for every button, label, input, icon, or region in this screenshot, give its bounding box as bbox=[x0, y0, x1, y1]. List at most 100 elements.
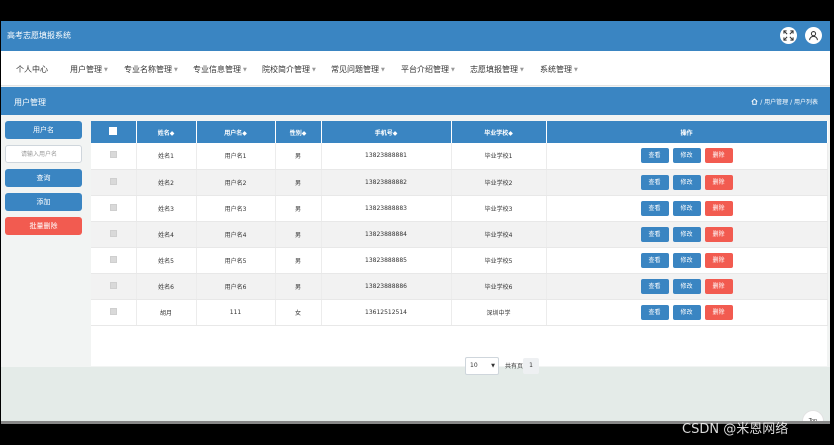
row-select-cell[interactable] bbox=[91, 143, 137, 170]
nav-item-faq[interactable]: 常见问题管理 ▼ bbox=[331, 64, 385, 75]
cell-phone: 13823888882 bbox=[321, 169, 452, 196]
edit-button[interactable]: 修改 bbox=[672, 252, 701, 268]
delete-button[interactable]: 删除 bbox=[704, 226, 733, 242]
user-table: 姓名◆ 用户名◆ 性别◆ 手机号◆ 毕业学校◆ 操作 姓名1 用户名1 男 13823… bbox=[91, 121, 828, 326]
chevron-down-icon: ▼ bbox=[574, 67, 578, 73]
edit-button[interactable]: 修改 bbox=[672, 278, 701, 294]
page-size-select[interactable]: 10 ▼ bbox=[465, 357, 499, 375]
cell-school: 毕业学校3 bbox=[451, 195, 547, 222]
nav-item-applications[interactable]: 志愿填报管理 ▼ bbox=[470, 64, 524, 75]
select-all-checkbox[interactable] bbox=[109, 127, 118, 135]
cell-gender: 男 bbox=[275, 221, 322, 248]
home-icon[interactable] bbox=[751, 98, 758, 105]
cell-actions: 查看 修改 删除 bbox=[546, 143, 828, 170]
row-select-cell[interactable] bbox=[91, 299, 137, 326]
edit-button[interactable]: 修改 bbox=[672, 200, 701, 216]
view-button[interactable]: 查看 bbox=[640, 148, 669, 164]
row-select-cell[interactable] bbox=[91, 273, 137, 300]
row-checkbox[interactable] bbox=[109, 255, 117, 263]
fullscreen-icon[interactable] bbox=[780, 27, 797, 44]
nav-item-major-info[interactable]: 专业信息管理 ▼ bbox=[193, 64, 247, 75]
screen-frame: 高考志愿填报系统 个人中心 用户管理 ▼ 专业名称管理 ▼ 专业信息管理 ▼ 院校简介… bbox=[0, 0, 834, 445]
username-field-label: 用户名 bbox=[5, 121, 82, 139]
cell-phone: 13823888881 bbox=[321, 143, 452, 170]
row-checkbox[interactable] bbox=[109, 229, 117, 237]
cell-username: 用户名3 bbox=[196, 195, 276, 222]
cell-actions: 查看 修改 删除 bbox=[546, 169, 828, 196]
column-header-gender[interactable]: 性别◆ bbox=[275, 121, 322, 143]
user-icon[interactable] bbox=[805, 27, 822, 44]
cell-name: 姓名3 bbox=[136, 195, 197, 222]
cell-actions: 查看 修改 删除 bbox=[546, 221, 828, 248]
edit-button[interactable]: 修改 bbox=[672, 148, 701, 164]
cell-school: 毕业学校1 bbox=[451, 143, 547, 170]
cell-username: 用户名4 bbox=[196, 221, 276, 248]
cell-actions: 查看 修改 删除 bbox=[546, 195, 828, 222]
table-row: 姓名5 用户名5 男 13823888885 毕业学校5 查看 修改 删除 bbox=[91, 247, 828, 274]
chevron-down-icon: ▼ bbox=[381, 67, 385, 73]
delete-button[interactable]: 删除 bbox=[704, 200, 733, 216]
table-header-row: 姓名◆ 用户名◆ 性别◆ 手机号◆ 毕业学校◆ 操作 bbox=[91, 121, 828, 143]
row-select-cell[interactable] bbox=[91, 195, 137, 222]
row-checkbox[interactable] bbox=[109, 203, 117, 211]
delete-button[interactable]: 删除 bbox=[704, 278, 733, 294]
select-all-header[interactable] bbox=[91, 121, 137, 143]
page-number-button[interactable]: 1 bbox=[523, 358, 539, 374]
breadcrumb: / 用户管理 / 用户列表 bbox=[751, 97, 818, 106]
cell-school: 毕业学校5 bbox=[451, 247, 547, 274]
breadcrumb-text: / 用户管理 / 用户列表 bbox=[760, 99, 818, 106]
view-button[interactable]: 查看 bbox=[640, 304, 669, 320]
view-button[interactable]: 查看 bbox=[640, 252, 669, 268]
app-title: 高考志愿填报系统 bbox=[7, 31, 71, 40]
row-select-cell[interactable] bbox=[91, 221, 137, 248]
nav-item-profile[interactable]: 个人中心 bbox=[16, 64, 48, 75]
user-table-panel: 姓名◆ 用户名◆ 性别◆ 手机号◆ 毕业学校◆ 操作 姓名1 用户名1 男 13823… bbox=[91, 121, 828, 366]
edit-button[interactable]: 修改 bbox=[672, 304, 701, 320]
app-window: 高考志愿填报系统 个人中心 用户管理 ▼ 专业名称管理 ▼ 专业信息管理 ▼ 院校简介… bbox=[1, 21, 830, 421]
column-header-username[interactable]: 用户名◆ bbox=[196, 121, 276, 143]
page-title: 用户管理 bbox=[14, 98, 46, 107]
batch-delete-button[interactable]: 批量删除 bbox=[5, 217, 82, 235]
view-button[interactable]: 查看 bbox=[640, 200, 669, 216]
username-search-input[interactable] bbox=[5, 145, 82, 163]
nav-item-colleges[interactable]: 院校简介管理 ▼ bbox=[262, 64, 316, 75]
delete-button[interactable]: 删除 bbox=[704, 252, 733, 268]
table-row: 胡月 111 女 13612512514 深圳中学 查看 修改 删除 bbox=[91, 299, 828, 326]
row-select-cell[interactable] bbox=[91, 169, 137, 196]
cell-gender: 男 bbox=[275, 195, 322, 222]
table-row: 姓名3 用户名3 男 13823888883 毕业学校3 查看 修改 删除 bbox=[91, 195, 828, 222]
edit-button[interactable]: 修改 bbox=[672, 226, 701, 242]
row-checkbox[interactable] bbox=[109, 177, 117, 185]
add-button[interactable]: 添加 bbox=[5, 193, 82, 211]
cell-username: 用户名5 bbox=[196, 247, 276, 274]
view-button[interactable]: 查看 bbox=[640, 226, 669, 242]
delete-button[interactable]: 删除 bbox=[704, 148, 733, 164]
delete-button[interactable]: 删除 bbox=[704, 174, 733, 190]
row-checkbox[interactable] bbox=[109, 151, 117, 159]
page-count-label: 共有页 bbox=[505, 363, 524, 370]
row-checkbox[interactable] bbox=[109, 307, 117, 315]
delete-button[interactable]: 删除 bbox=[704, 304, 733, 320]
row-checkbox[interactable] bbox=[109, 281, 117, 289]
nav-item-majors[interactable]: 专业名称管理 ▼ bbox=[124, 64, 178, 75]
column-header-phone[interactable]: 手机号◆ bbox=[321, 121, 452, 143]
view-button[interactable]: 查看 bbox=[640, 278, 669, 294]
edit-button[interactable]: 修改 bbox=[672, 174, 701, 190]
cell-school: 深圳中学 bbox=[451, 299, 547, 326]
cell-actions: 查看 修改 删除 bbox=[546, 299, 828, 326]
chevron-down-icon: ▼ bbox=[520, 67, 524, 73]
cell-school: 毕业学校2 bbox=[451, 169, 547, 196]
table-row: 姓名4 用户名4 男 13823888884 毕业学校4 查看 修改 删除 bbox=[91, 221, 828, 248]
column-header-name[interactable]: 姓名◆ bbox=[136, 121, 197, 143]
cell-actions: 查看 修改 删除 bbox=[546, 273, 828, 300]
view-button[interactable]: 查看 bbox=[640, 174, 669, 190]
watermark: CSDN @米恩网络 bbox=[682, 422, 789, 437]
column-header-school[interactable]: 毕业学校◆ bbox=[451, 121, 547, 143]
nav-item-users[interactable]: 用户管理 ▼ bbox=[70, 64, 108, 75]
nav-item-platform[interactable]: 平台介绍管理 ▼ bbox=[401, 64, 455, 75]
query-button[interactable]: 查询 bbox=[5, 169, 82, 187]
cell-username: 用户名6 bbox=[196, 273, 276, 300]
row-select-cell[interactable] bbox=[91, 247, 137, 274]
nav-item-system[interactable]: 系统管理 ▼ bbox=[540, 64, 578, 75]
chevron-down-icon: ▼ bbox=[174, 67, 178, 73]
